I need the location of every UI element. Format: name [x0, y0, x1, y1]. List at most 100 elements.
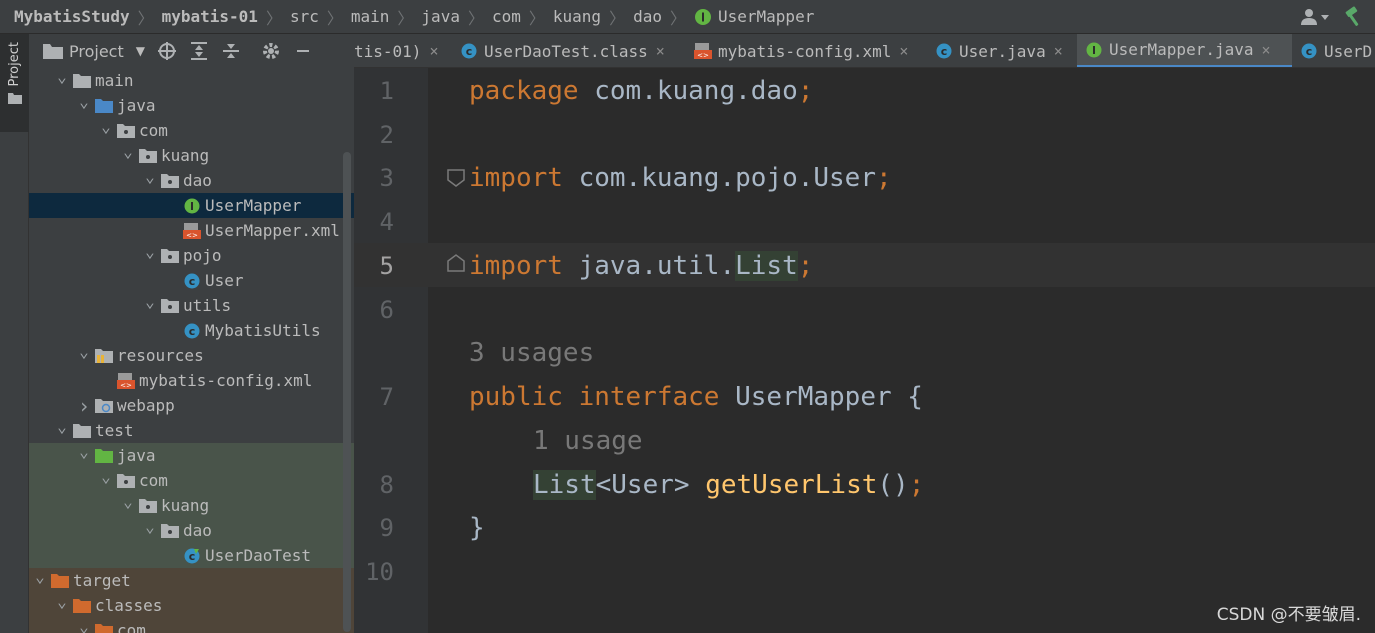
tab-label: UserD	[1324, 41, 1373, 61]
tree-item-main[interactable]: ⌄ main	[29, 67, 354, 93]
locate-file-icon[interactable]	[157, 41, 177, 61]
tree-item-dao[interactable]: ⌄ dao	[29, 167, 354, 193]
breadcrumb-file[interactable]: UserMapper	[694, 7, 814, 26]
breadcrumb-java[interactable]: java	[421, 7, 460, 26]
breadcrumb-project[interactable]: MybatisStudy	[14, 7, 130, 26]
tree-item-label: com	[139, 121, 168, 140]
fold-marker-icon[interactable]	[446, 253, 466, 273]
chevron-down-icon[interactable]: ⌄	[75, 342, 93, 361]
keyword: import	[469, 251, 563, 281]
breadcrumb-src[interactable]: src	[290, 7, 319, 26]
hide-panel-icon[interactable]	[293, 41, 313, 61]
chevron-down-icon[interactable]: ⌄	[53, 67, 71, 86]
line-number: 9	[379, 514, 394, 542]
project-tool-tab[interactable]: Project	[0, 34, 29, 132]
tree-item-utils[interactable]: ⌄ utils	[29, 292, 354, 318]
chevron-down-icon[interactable]: ▼	[136, 44, 145, 58]
project-view-title[interactable]: Project	[69, 42, 124, 61]
tab-user-java[interactable]: c User.java ×	[927, 34, 1063, 67]
breadcrumb-com[interactable]: com	[492, 7, 521, 26]
interface-icon	[695, 8, 711, 25]
breadcrumb-kuang[interactable]: kuang	[553, 7, 601, 26]
breadcrumb-module[interactable]: mybatis-01	[162, 7, 258, 26]
tab-tis-01[interactable]: tis-01) ×	[354, 34, 438, 67]
tree-item-com[interactable]: ⌄ com	[29, 467, 354, 493]
chevron-right-icon[interactable]: ›	[75, 394, 93, 418]
tree-item-kuang[interactable]: ⌄ kuang	[29, 142, 354, 168]
tree-item-label: pojo	[183, 246, 222, 265]
breadcrumb-dao[interactable]: dao	[633, 7, 662, 26]
user-icon[interactable]	[1297, 5, 1333, 29]
chevron-down-icon[interactable]: ⌄	[75, 617, 93, 633]
tree-item-kuang[interactable]: ⌄ kuang	[29, 492, 354, 518]
semicolon: ;	[908, 470, 925, 500]
chevron-down-icon[interactable]: ⌄	[97, 467, 115, 486]
chevron-down-icon[interactable]: ⌄	[141, 517, 159, 536]
tree-item-java[interactable]: ⌄ java	[29, 92, 354, 118]
tab-userd[interactable]: c UserD	[1292, 34, 1373, 67]
chevron-down-icon[interactable]: ⌄	[141, 167, 159, 186]
close-icon[interactable]: ×	[656, 42, 665, 60]
code-line: List<User> getUserList();	[533, 463, 924, 507]
tree-item-user[interactable]: c User	[29, 268, 354, 293]
svg-text:c: c	[189, 275, 196, 288]
class-icon: c	[935, 42, 953, 60]
chevron-down-icon[interactable]: ⌄	[141, 242, 159, 261]
tree-item-com[interactable]: ⌄ com	[29, 117, 354, 143]
close-icon[interactable]: ×	[429, 42, 438, 60]
usages-inlay-hint[interactable]: 1 usage	[533, 419, 643, 463]
tab-usermapper-java[interactable]: UserMapper.java ×	[1077, 34, 1292, 67]
tab-userdaotest-class[interactable]: c UserDaoTest.class ×	[452, 34, 665, 67]
usages-inlay-hint[interactable]: 3 usages	[469, 331, 594, 375]
code-line: import com.kuang.pojo.User;	[469, 156, 892, 200]
breadcrumb-separator: 〉	[326, 8, 343, 28]
chevron-down-icon[interactable]: ⌄	[75, 92, 93, 111]
svg-text:<>: <>	[697, 52, 709, 60]
tree-item-pojo[interactable]: ⌄ pojo	[29, 242, 354, 268]
tree-item-usermapper-xml[interactable]: <> UserMapper.xml	[29, 218, 354, 243]
close-icon[interactable]: ×	[1262, 41, 1271, 59]
tree-item-resources[interactable]: ⌄ resources	[29, 342, 354, 368]
gear-icon[interactable]	[261, 41, 281, 61]
expand-all-icon[interactable]	[189, 41, 209, 61]
build-hammer-icon[interactable]	[1343, 6, 1365, 28]
code-line: package com.kuang.dao;	[469, 69, 813, 113]
tree-item-classes[interactable]: ⌄ classes	[29, 592, 354, 618]
interface-icon	[181, 197, 203, 215]
chevron-down-icon[interactable]: ⌄	[119, 492, 137, 511]
tab-label: User.java	[959, 41, 1046, 61]
chevron-down-icon[interactable]: ⌄	[119, 142, 137, 161]
tree-item-dao[interactable]: ⌄ dao	[29, 517, 354, 543]
tree-item-test[interactable]: ⌄ test	[29, 417, 354, 443]
collapse-all-icon[interactable]	[221, 41, 241, 61]
tree-item-usermapper[interactable]: UserMapper	[29, 193, 354, 218]
chevron-down-icon[interactable]: ⌄	[53, 592, 71, 611]
highlighted-identifier: List	[735, 251, 798, 281]
tree-item-userdaotest[interactable]: c UserDaoTest	[29, 543, 354, 568]
fold-marker-icon[interactable]	[446, 168, 466, 188]
breadcrumb-main[interactable]: main	[351, 7, 390, 26]
chevron-down-icon[interactable]: ⌄	[97, 117, 115, 136]
tree-item-java[interactable]: ⌄ java	[29, 442, 354, 468]
package-icon	[159, 297, 181, 315]
tree-item-mybatisutils[interactable]: c MybatisUtils	[29, 318, 354, 343]
tree-item-com[interactable]: ⌄ com	[29, 617, 354, 633]
tree-item-mybatis-config-xml[interactable]: <> mybatis-config.xml	[29, 368, 354, 393]
chevron-down-icon[interactable]: ⌄	[31, 567, 49, 586]
folder-icon	[71, 72, 93, 90]
tree-item-label: java	[117, 446, 156, 465]
code-line: import java.util.List;	[469, 244, 813, 288]
chevron-down-icon[interactable]: ⌄	[53, 417, 71, 436]
close-icon[interactable]: ×	[1054, 42, 1063, 60]
chevron-down-icon[interactable]: ⌄	[75, 442, 93, 461]
close-icon[interactable]: ×	[899, 42, 908, 60]
tree-item-webapp[interactable]: › webapp	[29, 393, 354, 418]
project-tree-scrollbar[interactable]	[343, 152, 351, 632]
chevron-down-icon[interactable]: ⌄	[141, 292, 159, 311]
tree-item-target[interactable]: ⌄ target	[29, 567, 354, 593]
line-number: 5	[379, 252, 394, 280]
line-number: 10	[365, 558, 394, 586]
breadcrumb-separator: 〉	[397, 8, 414, 28]
tree-item-label: com	[117, 621, 146, 633]
tab-mybatis-config-xml[interactable]: <> mybatis-config.xml ×	[686, 34, 908, 67]
